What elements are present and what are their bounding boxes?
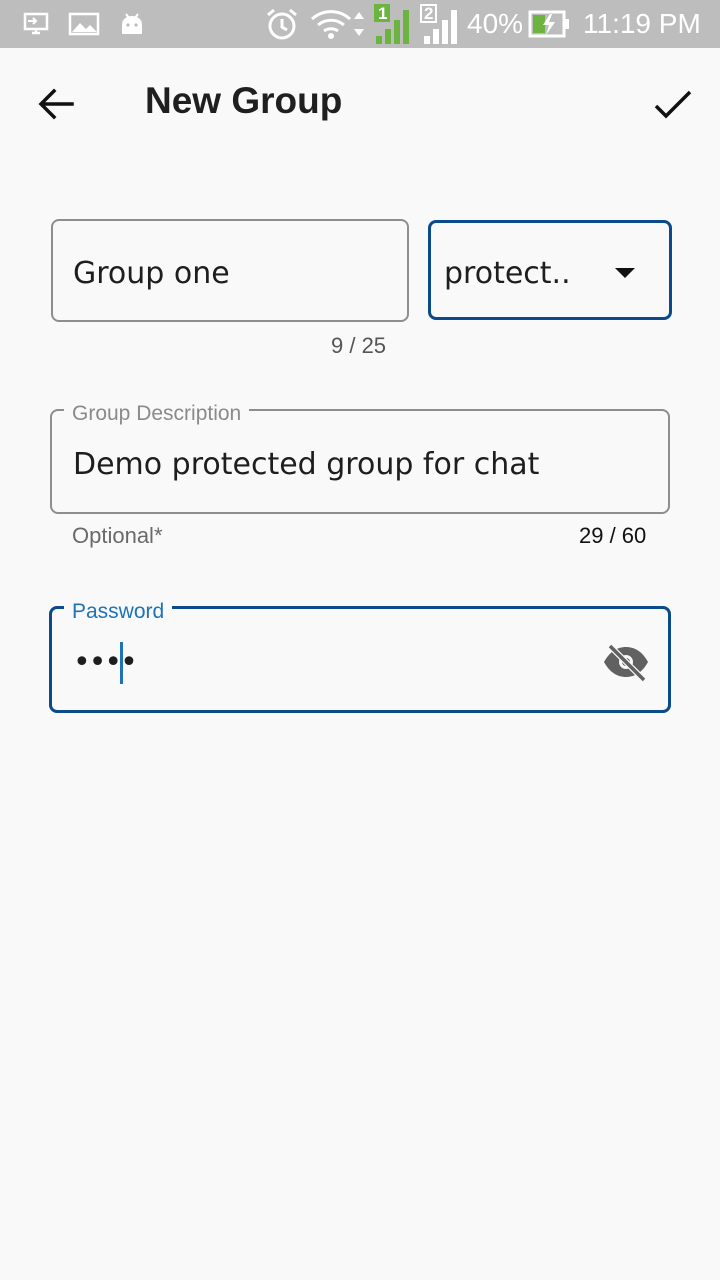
- visibility-off-icon: [604, 643, 648, 683]
- sim2-label: 2: [424, 4, 434, 23]
- image-icon: [68, 0, 100, 48]
- status-time: 11:19 PM: [583, 8, 701, 39]
- page-title: New Group: [145, 80, 343, 121]
- password-visibility-toggle[interactable]: [602, 642, 650, 683]
- wifi-icon: [310, 0, 366, 48]
- back-button[interactable]: [34, 82, 78, 126]
- group-type-dropdown[interactable]: protect..: [428, 220, 672, 320]
- password-label: Password: [64, 600, 173, 624]
- description-counter: 29 / 60: [579, 523, 647, 548]
- group-name-input[interactable]: Group one: [73, 256, 230, 291]
- status-bar: 1 2 40% 11:19 PM: [0, 0, 720, 48]
- screen-cast-icon: [22, 0, 50, 48]
- app-bar: New Group: [0, 48, 720, 164]
- description-label: Group Description: [64, 402, 250, 426]
- sim1-label: 1: [378, 4, 388, 23]
- password-input[interactable]: ••••: [73, 645, 138, 680]
- check-icon: [654, 90, 692, 119]
- description-helper: Optional*: [72, 523, 163, 548]
- dropdown-arrow-icon: [615, 268, 635, 278]
- group-name-counter: 9 / 25: [331, 333, 387, 358]
- battery-charging-icon: [528, 0, 570, 48]
- confirm-button[interactable]: [650, 82, 696, 128]
- text-cursor: [120, 642, 123, 684]
- android-icon: [118, 0, 146, 48]
- group-type-value: protect..: [444, 256, 571, 291]
- battery-percent: 40%: [467, 8, 524, 39]
- alarm-icon: [264, 0, 300, 48]
- arrow-back-icon: [38, 88, 74, 120]
- description-input[interactable]: Demo protected group for chat: [73, 447, 539, 482]
- group-name-field[interactable]: Group one: [51, 219, 409, 322]
